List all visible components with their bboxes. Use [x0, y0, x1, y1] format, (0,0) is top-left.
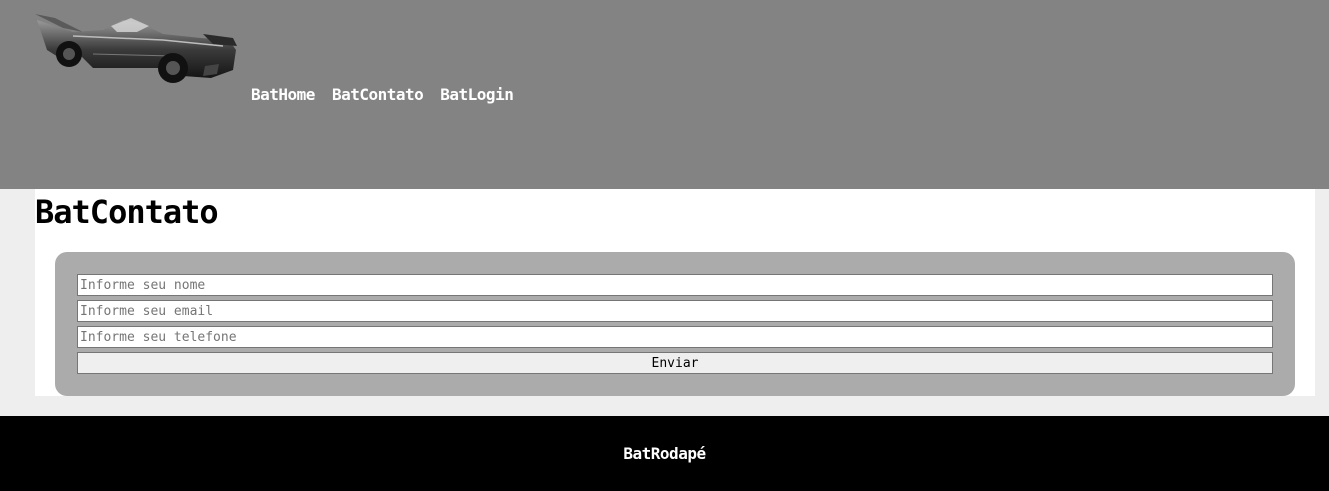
nav-link-bathome[interactable]: BatHome: [251, 85, 315, 104]
phone-input[interactable]: [77, 326, 1273, 348]
nav-link-batlogin[interactable]: BatLogin: [440, 85, 514, 104]
name-input[interactable]: [77, 274, 1273, 296]
main-content: BatContato Enviar: [35, 189, 1315, 396]
nav-link-batcontato[interactable]: BatContato: [332, 85, 424, 104]
site-footer: BatRodapé: [0, 416, 1329, 491]
site-header: BatHome BatContato BatLogin: [0, 0, 1329, 189]
contact-form: Enviar: [55, 252, 1295, 396]
submit-button[interactable]: Enviar: [77, 352, 1273, 374]
footer-text: BatRodapé: [623, 444, 706, 463]
page-title: BatContato: [35, 193, 219, 231]
email-input[interactable]: [77, 300, 1273, 322]
main-nav: BatHome BatContato BatLogin: [251, 85, 514, 104]
batmobile-logo-icon: [35, 14, 237, 83]
